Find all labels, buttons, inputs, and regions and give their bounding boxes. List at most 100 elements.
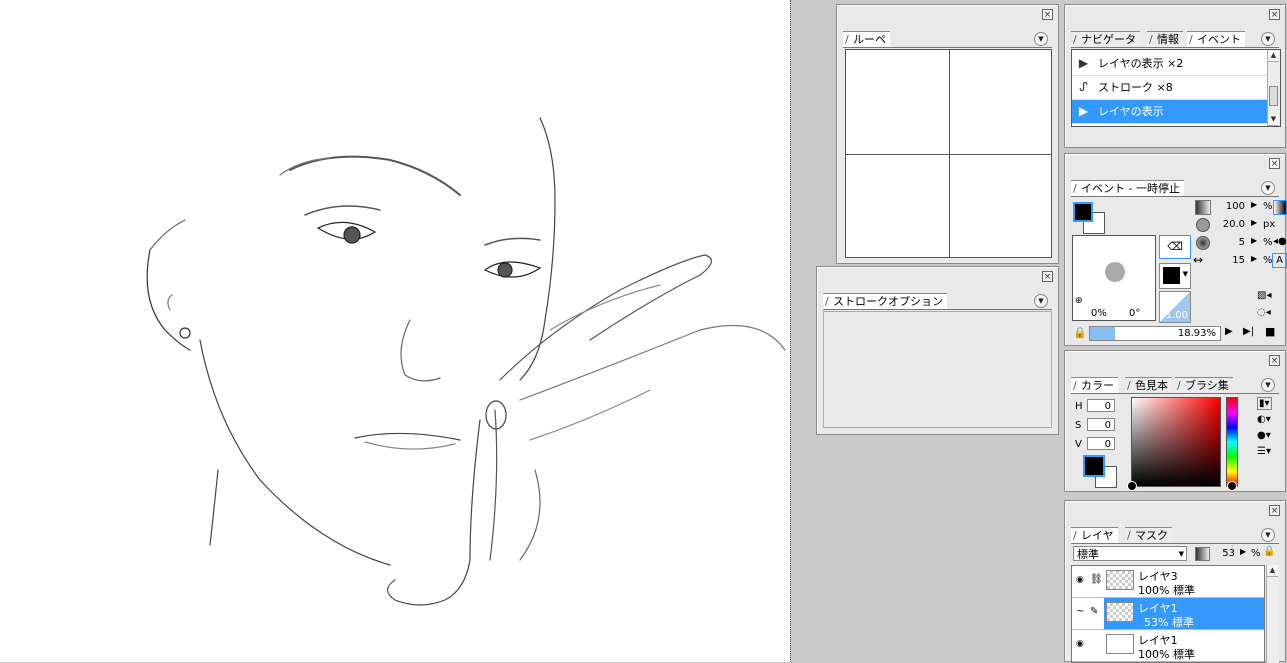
close-icon[interactable]: × xyxy=(1269,158,1280,169)
events-tabbar: ナビゲータ 情報 イベント ▼ xyxy=(1071,31,1279,48)
hue-slider[interactable] xyxy=(1226,397,1238,491)
tab-navigator[interactable]: ナビゲータ xyxy=(1071,31,1140,47)
events-scrollbar[interactable]: ▲ ▼ xyxy=(1267,50,1280,126)
slider-arrow-icon[interactable]: ▶ xyxy=(1251,218,1257,227)
slider-arrow-icon[interactable]: ▶ xyxy=(1240,547,1246,556)
layer-info: 100% 標準 xyxy=(1138,584,1195,597)
eye-icon[interactable]: ◉ xyxy=(1076,639,1084,649)
tab-stroke-options[interactable]: ストロークオプション xyxy=(823,293,947,309)
progress-fill xyxy=(1090,327,1115,340)
foreground-color-swatch[interactable] xyxy=(1083,455,1105,477)
event-row[interactable]: ᔑ ストローク ×8 xyxy=(1072,76,1280,100)
tab-loupe[interactable]: ルーペ xyxy=(843,31,890,47)
color-mode-square-icon[interactable]: ▮▾ xyxy=(1257,397,1272,410)
panel-menu-icon[interactable]: ▼ xyxy=(1261,528,1275,542)
canvas-edge xyxy=(790,0,791,662)
color-mode-wheel-icon[interactable]: ◐▾ xyxy=(1257,414,1271,425)
scroll-thumb[interactable] xyxy=(1269,86,1278,106)
stroke-mode-icon[interactable]: ~ xyxy=(1076,606,1084,617)
hue-input[interactable]: 0 xyxy=(1087,399,1115,412)
panel-menu-icon[interactable]: ▼ xyxy=(1261,32,1275,46)
panel-menu-icon[interactable]: ▼ xyxy=(1034,32,1048,46)
scroll-up-icon[interactable]: ▲ xyxy=(1268,50,1279,62)
tab-brush-set[interactable]: ブラシ集 xyxy=(1175,377,1233,393)
scroll-down-icon[interactable]: ▼ xyxy=(1268,114,1279,126)
slider-arrow-icon[interactable]: ▶ xyxy=(1251,236,1257,245)
opacity-unit: % xyxy=(1263,201,1273,212)
lock-transparency-icon[interactable]: 🔒 xyxy=(1263,546,1275,557)
panel-menu-icon[interactable]: ▼ xyxy=(1261,378,1275,392)
text-mode-icon[interactable]: A xyxy=(1272,253,1287,268)
stop-icon[interactable]: ■ xyxy=(1265,325,1275,338)
event-row[interactable]: ▶ レイヤの表示 ×2 xyxy=(1072,52,1280,76)
tab-events[interactable]: イベント xyxy=(1187,31,1245,47)
eye-icon[interactable]: ◉ xyxy=(1076,575,1084,585)
slider-arrow-icon[interactable]: ▶ xyxy=(1251,200,1257,209)
spacing-value[interactable]: 15 xyxy=(1215,255,1245,266)
spacing-icon: ↔ xyxy=(1193,253,1204,267)
hardness-value[interactable]: 5 xyxy=(1215,237,1245,248)
layer-visibility-icon: ▶ xyxy=(1078,56,1089,70)
opacity-value[interactable]: 100 xyxy=(1215,201,1245,212)
close-icon[interactable]: × xyxy=(1269,505,1280,516)
slider-arrow-icon[interactable]: ▶ xyxy=(1251,254,1257,263)
hardness-unit: % xyxy=(1263,237,1273,248)
eraser-icon[interactable]: ⌫ xyxy=(1159,235,1191,259)
layer-thumbnail xyxy=(1106,602,1134,622)
color-mode-list-icon[interactable]: ☰▾ xyxy=(1257,446,1271,457)
layer-row[interactable]: ◉ レイヤ1 100% 標準 xyxy=(1072,630,1264,662)
panel-menu-icon[interactable]: ▼ xyxy=(1034,294,1048,308)
tab-layers[interactable]: レイヤ xyxy=(1071,527,1118,543)
loupe-panel: × ルーペ ▼ xyxy=(836,4,1059,264)
airbrush-icon[interactable]: ◂● xyxy=(1273,236,1287,247)
color-panel: × カラー 色見本 ブラシ集 ▼ H 0 S 0 V 0 ▮▾ ◐▾ ●▾ ☰▾ xyxy=(1064,350,1286,492)
saturation-input[interactable]: 0 xyxy=(1087,418,1115,431)
tab-info[interactable]: 情報 xyxy=(1147,31,1183,47)
blend-mode-select[interactable]: 標準 ▼ xyxy=(1073,546,1187,561)
pressure-curve-button[interactable]: 1.00 xyxy=(1159,291,1191,323)
close-icon[interactable]: × xyxy=(1269,9,1280,20)
step-icon[interactable]: ▶| xyxy=(1243,326,1254,337)
saturation-value-picker[interactable] xyxy=(1127,397,1221,491)
loupe-view xyxy=(845,49,1052,258)
foreground-color-swatch[interactable] xyxy=(1073,202,1093,222)
layer-opacity-value[interactable]: 53 xyxy=(1213,548,1235,559)
link-icon[interactable]: ⛓ xyxy=(1090,574,1103,585)
opacity-mode-icon[interactable] xyxy=(1273,200,1287,215)
close-icon[interactable]: × xyxy=(1042,9,1053,20)
stroke-options-body xyxy=(823,311,1052,428)
play-icon[interactable]: ▶ xyxy=(1225,326,1233,337)
drawing-canvas[interactable] xyxy=(0,0,790,662)
noise-icon[interactable]: ◌◂ xyxy=(1257,307,1271,318)
target-icon[interactable]: ⊕ xyxy=(1075,296,1083,306)
tab-color[interactable]: カラー xyxy=(1071,377,1118,393)
layer-row-selected[interactable]: ~ ✎ レイヤ1 53% 標準 xyxy=(1072,598,1264,630)
layers-panel: × レイヤ マスク ▼ 標準 ▼ 53 ▶ % 🔒 ◉ ⛓ レイヤ3 100% … xyxy=(1064,500,1286,663)
sv-picker-handle[interactable] xyxy=(1127,481,1137,491)
panel-menu-icon[interactable]: ▼ xyxy=(1261,181,1275,195)
brush-size-value[interactable]: 20.0 xyxy=(1215,219,1245,230)
close-icon[interactable]: × xyxy=(1269,355,1280,366)
hue-slider-handle[interactable] xyxy=(1227,481,1237,491)
s-label: S xyxy=(1075,420,1082,431)
scroll-up-icon[interactable]: ▲ xyxy=(1267,565,1278,577)
value-input[interactable]: 0 xyxy=(1087,437,1115,450)
layers-scrollbar[interactable]: ▲ xyxy=(1266,565,1279,663)
sketch-artwork xyxy=(146,117,786,606)
brush-color-dropdown[interactable]: ▼ xyxy=(1159,263,1191,289)
tab-event-pause[interactable]: イベント - 一時停止 xyxy=(1071,180,1184,196)
tab-mask[interactable]: マスク xyxy=(1125,527,1172,543)
layer-row[interactable]: ◉ ⛓ レイヤ3 100% 標準 xyxy=(1072,566,1264,598)
texture-icon[interactable]: ▧◂ xyxy=(1257,290,1271,301)
events-panel: × ナビゲータ 情報 イベント ▼ ▶ レイヤの表示 ×2 ᔑ ストローク ×8… xyxy=(1064,4,1286,148)
opacity-icon xyxy=(1195,547,1210,561)
color-mode-circle-icon[interactable]: ●▾ xyxy=(1257,430,1271,441)
pen-icon[interactable]: ✎ xyxy=(1090,606,1098,617)
event-row-selected[interactable]: ▶ レイヤの表示 xyxy=(1072,100,1280,124)
tab-swatches[interactable]: 色見本 xyxy=(1125,377,1172,393)
layer-info: 53% 標準 xyxy=(1144,616,1194,629)
lock-icon[interactable]: 🔒 xyxy=(1073,326,1087,339)
brush-color-swatch xyxy=(1163,267,1180,284)
close-icon[interactable]: × xyxy=(1042,271,1053,282)
stroke-options-panel: × ストロークオプション ▼ xyxy=(816,266,1059,435)
